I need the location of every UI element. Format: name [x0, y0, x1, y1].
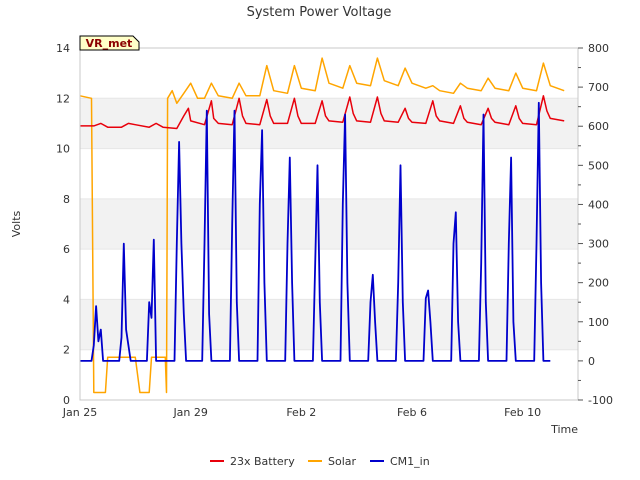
- chart: Jan 25 Jan 29 Feb 2 Feb 6 Feb 10 0 2 4 6 8 10 12 14…: [10, 5, 613, 468]
- y-right-tick-label: 600: [588, 120, 609, 133]
- legend: 23x Battery Solar CM1_in: [210, 455, 430, 468]
- y-right-tick-label: 400: [588, 198, 609, 211]
- legend-label: CM1_in: [390, 455, 430, 468]
- y-right-tick-label: 300: [588, 238, 609, 251]
- y-right-tick-label: 500: [588, 159, 609, 172]
- y-left-tick-label: 10: [56, 143, 70, 156]
- x-axis-label: Time: [550, 423, 578, 436]
- y-left-axis-ticks: 0 2 4 6 8 10 12 14: [56, 42, 70, 407]
- y-right-tick-label: 700: [588, 81, 609, 94]
- x-tick-label: Feb 2: [286, 406, 316, 419]
- y-right-tick-label: 200: [588, 277, 609, 290]
- x-axis-ticks: Jan 25 Jan 29 Feb 2 Feb 6 Feb 10: [62, 406, 541, 419]
- badge: VR_met: [79, 35, 140, 51]
- y-left-tick-label: 14: [56, 42, 70, 55]
- x-tick-label: Jan 25: [62, 406, 97, 419]
- chart-title: System Power Voltage: [247, 5, 392, 20]
- y-left-tick-label: 12: [56, 92, 70, 105]
- x-tick-label: Feb 10: [504, 406, 541, 419]
- y-right-tick-label: 800: [588, 42, 609, 55]
- y-left-tick-label: 6: [63, 243, 70, 256]
- y-left-tick-label: 8: [63, 193, 70, 206]
- y-right-tick-label: -100: [588, 394, 613, 407]
- y-axis-label: Volts: [10, 210, 23, 237]
- y-right-tick-label: 100: [588, 316, 609, 329]
- y-right-axis-ticks: -100 0 100 200 300 400 500 600 700 800: [578, 42, 613, 407]
- y-right-tick-label: 0: [588, 355, 595, 368]
- x-tick-label: Jan 29: [172, 406, 207, 419]
- legend-label: Solar: [328, 455, 357, 468]
- y-left-tick-label: 0: [63, 394, 70, 407]
- y-left-tick-label: 4: [63, 293, 70, 306]
- grid-bands: [80, 47, 578, 401]
- y-left-tick-label: 2: [63, 344, 70, 357]
- x-tick-label: Feb 6: [397, 406, 427, 419]
- badge-label: VR_met: [86, 37, 133, 50]
- legend-label: 23x Battery: [230, 455, 295, 468]
